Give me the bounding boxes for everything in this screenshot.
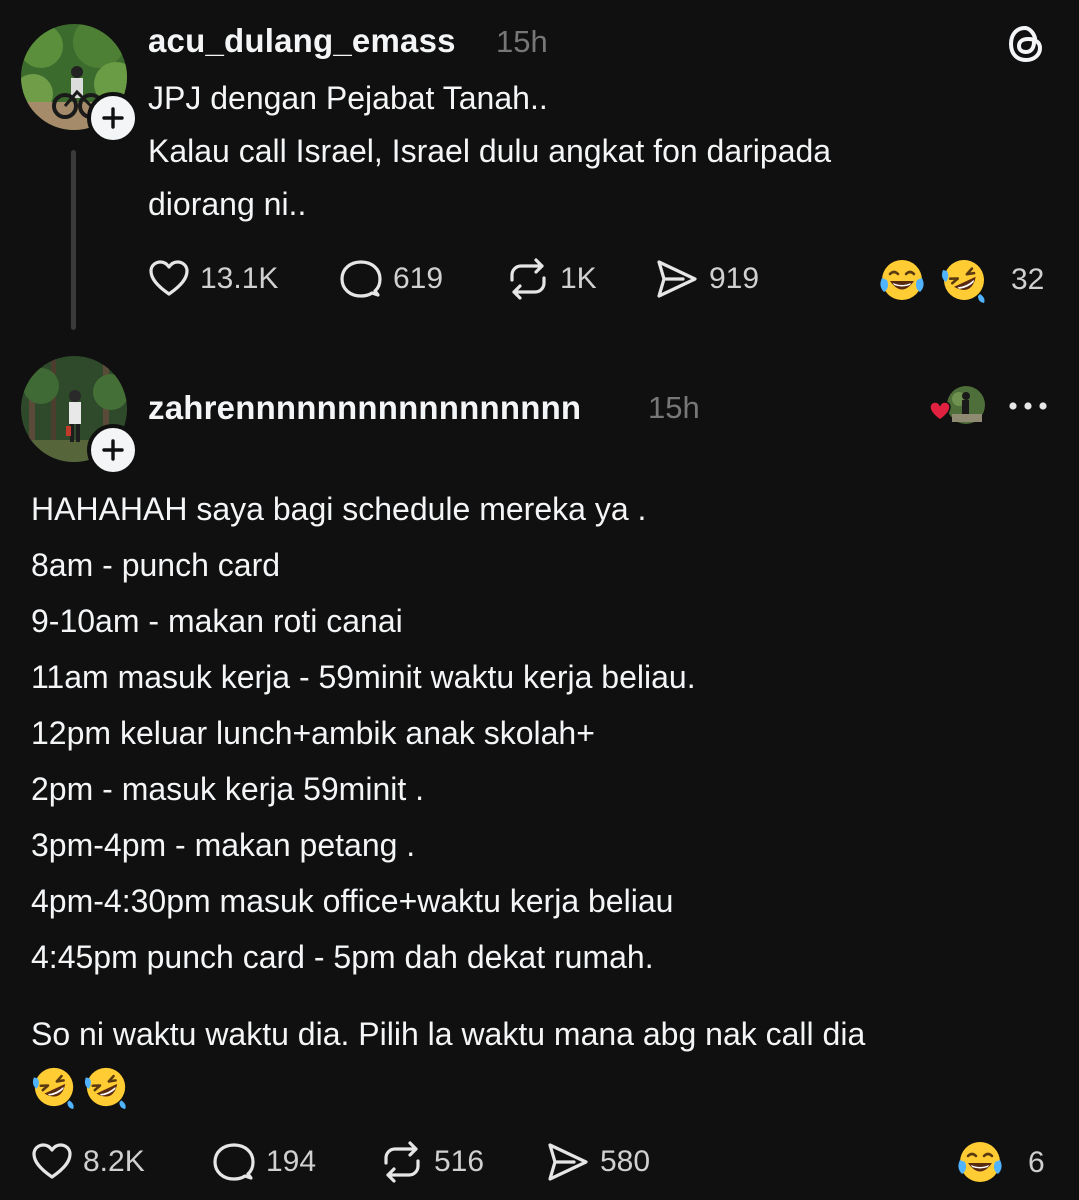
heart-icon (149, 260, 189, 296)
post-line: 11am masuk kerja - 59minit waktu kerja b… (31, 659, 696, 695)
face-with-tears-of-joy-icon[interactable] (956, 1138, 1004, 1186)
heart-icon (32, 1143, 72, 1179)
username[interactable]: acu_dulang_emass (148, 22, 456, 60)
repost-count: 1K (560, 262, 597, 295)
follow-button[interactable] (87, 92, 139, 144)
face-with-tears-of-joy-icon[interactable] (878, 256, 926, 304)
post-line: 4pm-4:30pm masuk office+waktu kerja beli… (31, 883, 674, 919)
follow-button[interactable] (87, 424, 139, 476)
post-line: 4:45pm punch card - 5pm dah dekat rumah. (31, 939, 654, 975)
like-button[interactable]: 8.2K (31, 1141, 145, 1183)
repost-button[interactable]: 1K (506, 258, 597, 300)
liked-by-avatar-icon[interactable] (928, 386, 988, 428)
repost-icon (384, 1141, 420, 1183)
more-options-icon[interactable] (1007, 396, 1049, 416)
post-closing: So ni waktu waktu dia. Pilih la waktu ma… (31, 1016, 866, 1052)
repost-icon (510, 258, 546, 300)
timestamp: 15h (496, 24, 548, 59)
plus-icon (102, 439, 124, 461)
repost-button[interactable]: 516 (380, 1141, 484, 1183)
post-line: Kalau call Israel, Israel dulu angkat fo… (148, 133, 832, 169)
post-line: diorang ni.. (148, 186, 307, 222)
rolling-on-floor-laughing-icon[interactable] (940, 256, 988, 304)
post-line: 3pm-4pm - makan petang . (31, 827, 416, 863)
post-line: JPJ dengan Pejabat Tanah.. (148, 80, 548, 116)
reply-button[interactable]: 194 (212, 1141, 316, 1183)
timestamp: 15h (648, 390, 700, 425)
post-line: 9-10am - makan roti canai (31, 603, 403, 639)
send-icon (548, 1143, 588, 1181)
post-body: JPJ dengan Pejabat Tanah.. Kalau call Is… (148, 72, 831, 231)
reaction-count[interactable]: 32 (1011, 263, 1044, 297)
reply-count: 619 (393, 262, 444, 295)
repost-count: 516 (434, 1145, 485, 1178)
reply-icon (340, 260, 382, 298)
like-count: 13.1K (200, 262, 279, 295)
post-line: HAHAHAH saya bagi schedule mereka ya . (31, 491, 647, 527)
reply-icon (213, 1143, 255, 1181)
share-button[interactable]: 580 (546, 1141, 650, 1183)
reaction-count[interactable]: 6 (1028, 1146, 1045, 1180)
threads-logo-icon[interactable] (1003, 21, 1049, 67)
share-button[interactable]: 919 (655, 258, 759, 300)
plus-icon (102, 107, 124, 129)
reply-button[interactable]: 619 (339, 258, 443, 300)
post-body: HAHAHAH saya bagi schedule mereka ya . 8… (31, 483, 696, 984)
reply-count: 194 (266, 1145, 317, 1178)
share-count: 919 (709, 262, 760, 295)
share-count: 580 (600, 1145, 651, 1178)
post-line: 2pm - masuk kerja 59minit . (31, 771, 425, 807)
rolling-on-floor-laughing-icon (31, 1064, 77, 1110)
post-line: 8am - punch card (31, 547, 281, 583)
post-line: 12pm keluar lunch+ambik anak skolah+ (31, 715, 595, 751)
like-count: 8.2K (83, 1145, 145, 1178)
like-button[interactable]: 13.1K (148, 258, 278, 300)
thread-connector-line (71, 150, 76, 330)
username[interactable]: zahrennnnnnnnnnnnnnnnn (148, 389, 581, 427)
send-icon (657, 260, 697, 298)
rolling-on-floor-laughing-icon (83, 1064, 129, 1110)
